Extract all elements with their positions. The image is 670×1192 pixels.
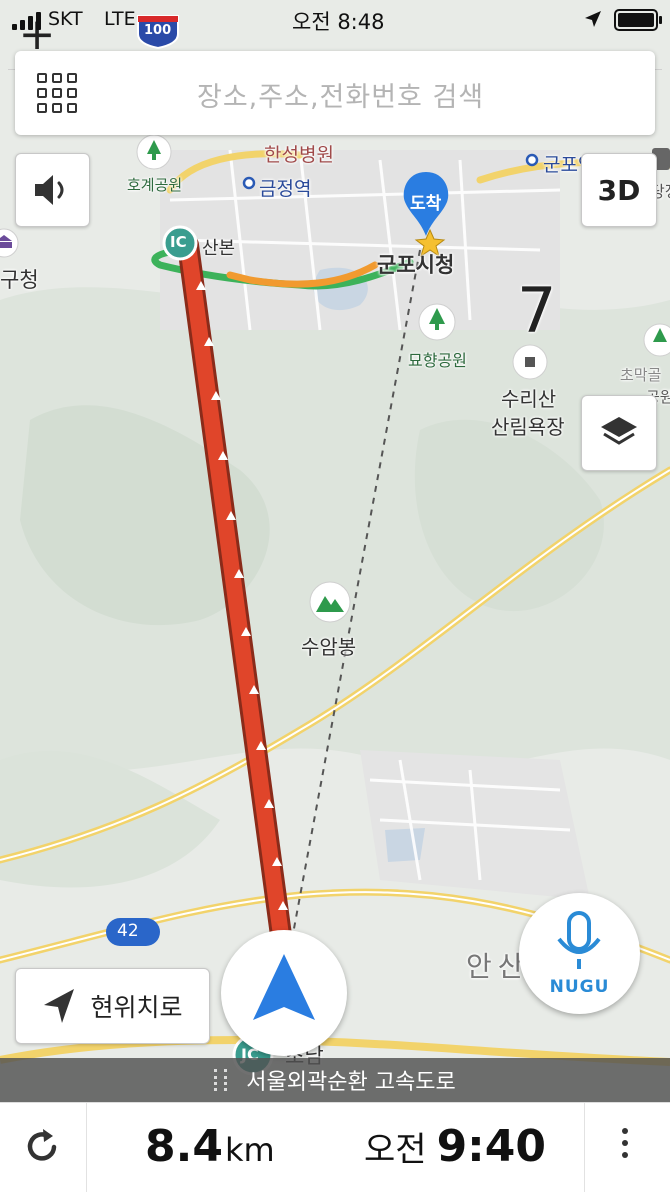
search-bar[interactable]: 장소,주소,전화번호 검색 xyxy=(15,51,655,135)
carrier-label: SKT xyxy=(48,8,83,30)
sound-button[interactable] xyxy=(15,153,90,227)
arrival-time: 오전 9:40 xyxy=(364,1121,547,1172)
park-marker xyxy=(136,134,172,170)
map-label-myohyang-park[interactable]: 묘향공원 xyxy=(408,347,467,371)
map-label-suambong[interactable]: 수암봉 xyxy=(301,631,356,660)
trip-summary-bar: 8.4km 오전 9:40 xyxy=(0,1102,670,1192)
nugu-voice-button[interactable]: NUGU xyxy=(519,893,640,1014)
remaining-distance: 8.4km xyxy=(145,1121,275,1172)
location-arrow-icon xyxy=(44,989,75,1023)
navigation-arrow-icon xyxy=(253,954,315,1020)
arrival-pin[interactable]: 도착 xyxy=(410,189,441,214)
current-road-name: 서울외곽순환 고속도로 xyxy=(246,1070,456,1095)
grid-menu-icon[interactable] xyxy=(37,73,77,113)
refresh-icon[interactable] xyxy=(24,1127,62,1165)
network-label: LTE xyxy=(104,8,136,30)
current-location-button[interactable]: 현위치로 xyxy=(15,968,210,1044)
location-services-icon xyxy=(585,11,601,27)
map-label-geumjeong-station[interactable]: 금정역 xyxy=(259,174,311,201)
navigation-mode-button[interactable] xyxy=(221,930,347,1056)
layers-icon xyxy=(601,417,637,445)
current-location-label: 현위치로 xyxy=(90,993,183,1022)
road-icon xyxy=(214,1069,232,1091)
current-road-bar: 서울외곽순환 고속도로 xyxy=(0,1058,670,1102)
speaker-icon xyxy=(34,175,63,205)
nugu-label: NUGU xyxy=(549,977,610,997)
map-label-surisan[interactable]: 수리산 xyxy=(501,383,556,412)
map-label-hanseong-hospital[interactable]: 한성병원 xyxy=(264,140,334,167)
map-label-sanbon[interactable]: 산본 xyxy=(202,234,235,260)
search-input[interactable]: 장소,주소,전화번호 검색 xyxy=(197,75,484,114)
3d-view-button[interactable]: 3D xyxy=(581,153,657,227)
map-label-gunpo-cityhall[interactable]: 군포시청 xyxy=(377,249,454,279)
map-label-hogye-park[interactable]: 호계공원 xyxy=(127,174,182,195)
signal-icon xyxy=(12,12,41,30)
zoom-level-indicator: 7 xyxy=(517,274,557,347)
battery-icon xyxy=(614,9,662,31)
road-42-shield: 42 xyxy=(117,921,139,941)
status-bar: SKT LTE 오전 8:48 xyxy=(0,0,670,40)
more-icon[interactable] xyxy=(622,1128,628,1164)
microphone-icon xyxy=(557,911,601,969)
map-label-gucheong[interactable]: 구청 xyxy=(0,264,39,294)
layers-button[interactable] xyxy=(581,395,657,471)
clock: 오전 8:48 xyxy=(292,10,385,34)
ic-marker[interactable]: IC xyxy=(170,233,187,251)
map-label-right-edge-2: 초막골 xyxy=(620,366,662,384)
map-label-forest-bath[interactable]: 산림욕장 xyxy=(491,411,565,440)
